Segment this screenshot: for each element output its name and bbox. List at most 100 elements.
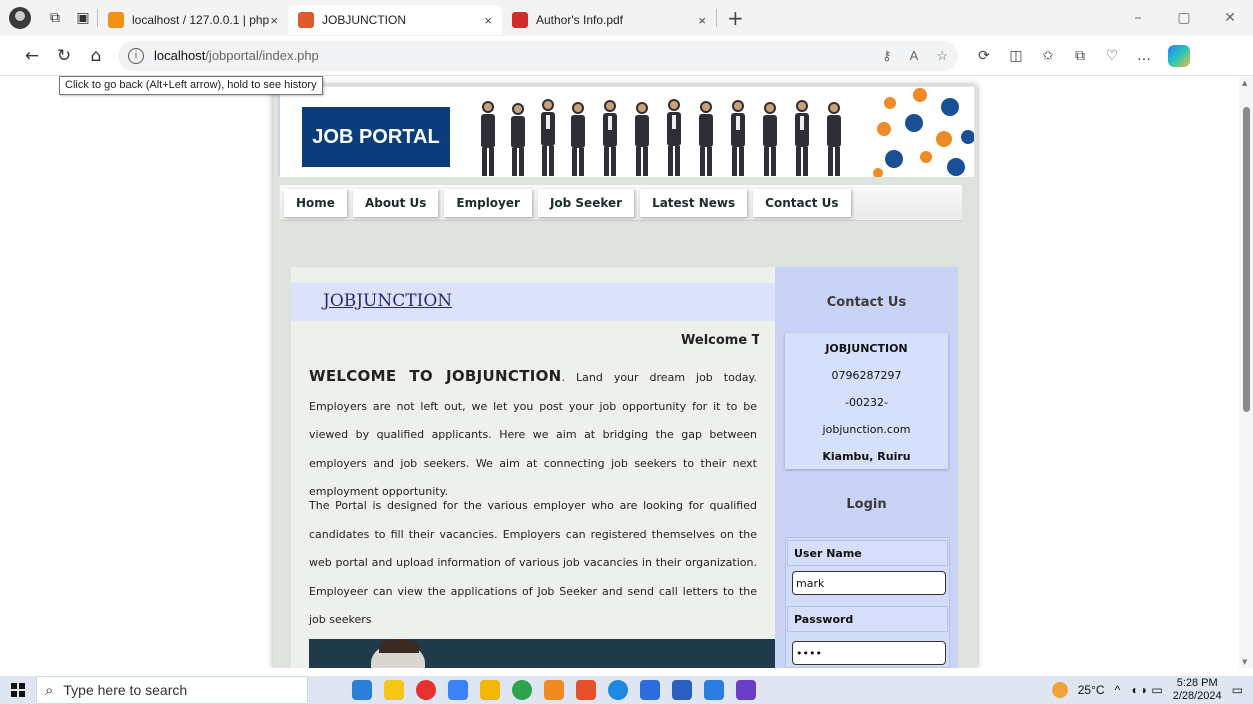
nav-job-seeker[interactable]: Job Seeker (537, 188, 635, 217)
address-bar[interactable]: i localhost /jobportal/index.php ⚷ A ☆ (118, 40, 958, 71)
maximize-button[interactable]: ▢ (1161, 10, 1207, 26)
password-label: Password (787, 606, 948, 632)
nav-home[interactable]: Home (284, 188, 347, 217)
weather-icon[interactable] (1051, 682, 1068, 698)
edge-app-icon[interactable] (608, 680, 628, 700)
home-icon[interactable]: ⌂ (80, 40, 112, 72)
site-info-icon[interactable]: i (128, 47, 144, 64)
read-aloud-icon[interactable]: A (910, 48, 919, 64)
vlc-app-icon[interactable] (544, 680, 564, 700)
split-screen-icon[interactable]: ◫ (1000, 48, 1032, 64)
xampp-favicon-icon (298, 12, 314, 28)
clock[interactable]: 5:28 PM 2/28/2024 (1173, 677, 1222, 703)
network-volume-icons[interactable]: ◖ ◗ ▭ (1130, 683, 1163, 697)
contact-phone: 0796287297 (831, 369, 902, 382)
start-button[interactable] (0, 683, 36, 697)
login-title: Login (846, 497, 887, 512)
word-app-icon[interactable] (672, 680, 692, 700)
tab-phpmyadmin[interactable]: localhost / 127.0.0.1 | phpMyAdm × (98, 5, 288, 35)
unknown-app-icon[interactable] (736, 680, 756, 700)
username-input[interactable] (792, 571, 946, 595)
windows-logo-icon (11, 683, 25, 697)
site-logo[interactable]: JOB PORTAL (302, 107, 450, 167)
nav-employer[interactable]: Employer (444, 188, 532, 217)
xampp-app-icon[interactable] (576, 680, 596, 700)
chrome-app-icon[interactable] (512, 680, 532, 700)
taskbar-search[interactable]: ⌕ Type here to search (36, 676, 308, 704)
opera-app-icon[interactable] (416, 680, 436, 700)
refresh-icon[interactable]: ↻ (48, 40, 80, 72)
site-container: JOB PORTAL Home About Us Employer Job Se… (273, 85, 977, 668)
intro-strong: WELCOME TO JOBJUNCTION (309, 367, 562, 385)
contact-postal: -00232- (845, 396, 888, 409)
browser-toolbar: ← ↻ ⌂ i localhost /jobportal/index.php ⚷… (0, 36, 1253, 76)
main-nav-menu: Home About Us Employer Job Seeker Latest… (280, 185, 962, 221)
right-sidebar: Contact Us JOBJUNCTION 0796287297 -00232… (775, 267, 958, 668)
url-path: /jobportal/index.php (205, 48, 319, 63)
vscode-app-icon[interactable] (704, 680, 724, 700)
decorative-dots-image (873, 88, 974, 177)
tray-overflow-icon[interactable]: ^ (1115, 683, 1121, 697)
businessman-photo (309, 639, 775, 668)
contact-title: Contact Us (826, 295, 907, 310)
tab-close-icon[interactable]: × (270, 13, 278, 28)
intro-text: . Land your dream job today. Employers a… (309, 371, 757, 498)
tab-title: localhost / 127.0.0.1 | phpMyAdm (132, 13, 270, 27)
password-key-icon[interactable]: ⚷ (882, 48, 892, 64)
tab-separator (716, 9, 717, 27)
file-explorer-app-icon[interactable] (480, 680, 500, 700)
pdf-favicon-icon (512, 12, 528, 28)
content-heading-link[interactable]: JOBJUNCTION (323, 291, 452, 311)
copilot-app-icon[interactable] (448, 680, 468, 700)
photo-hair (379, 639, 419, 653)
notification-icon[interactable]: ▭ (1232, 683, 1243, 697)
pen-app-icon[interactable] (640, 680, 660, 700)
back-arrow-icon[interactable]: ← (16, 40, 48, 72)
copilot-icon[interactable] (1168, 44, 1190, 67)
clock-time: 5:28 PM (1176, 677, 1218, 689)
workspaces-icon[interactable]: ⧉ (41, 4, 69, 32)
username-label: User Name (787, 540, 948, 566)
password-input[interactable] (792, 641, 946, 665)
tab-close-icon[interactable]: × (698, 13, 706, 28)
new-tab-button[interactable]: + (727, 6, 744, 30)
scrollbar-thumb[interactable] (1243, 107, 1250, 412)
browser-essentials-icon[interactable]: ♡ (1096, 48, 1128, 64)
nav-contact-us[interactable]: Contact Us (753, 188, 851, 217)
sticky-notes-app-icon[interactable] (384, 680, 404, 700)
contact-company: JOBJUNCTION (825, 342, 908, 355)
main-content: JOBJUNCTION Welcome To WELCOME TO JOBJUN… (291, 267, 775, 668)
minimize-button[interactable]: – (1115, 10, 1161, 26)
back-button-tooltip: Click to go back (Alt+Left arrow), hold … (59, 76, 323, 95)
favorite-star-icon[interactable]: ☆ (936, 48, 948, 64)
login-form: User Name Password (785, 537, 950, 668)
favorites-icon[interactable]: ✩ (1032, 48, 1064, 64)
collections-icon[interactable]: ⧉ (1064, 48, 1096, 64)
mail-app-icon[interactable] (352, 680, 372, 700)
weather-temp[interactable]: 25°C (1078, 683, 1105, 697)
tab-jobjunction[interactable]: JOBJUNCTION × (288, 5, 502, 35)
more-menu-icon[interactable]: … (1128, 48, 1160, 64)
page-scrollbar[interactable]: ▲ ▼ (1239, 77, 1253, 668)
contact-details: JOBJUNCTION 0796287297 -00232- jobjuncti… (785, 333, 948, 469)
tab-close-icon[interactable]: × (484, 13, 492, 28)
content-heading-bar: JOBJUNCTION (291, 283, 775, 321)
phpmyadmin-favicon-icon (108, 12, 124, 28)
extensions-icon[interactable]: ⟳ (968, 48, 1000, 64)
contact-location: Kiambu, Ruiru (822, 450, 911, 463)
tab-title: Author's Info.pdf (536, 13, 624, 27)
nav-latest-news[interactable]: Latest News (640, 188, 748, 217)
header-spacer (273, 225, 977, 265)
system-tray: 25°C ^ ◖ ◗ ▭ 5:28 PM 2/28/2024 ▭ (1051, 677, 1253, 703)
scroll-up-icon[interactable]: ▲ (1242, 79, 1247, 87)
window-controls: – ▢ ✕ (1115, 10, 1253, 26)
close-window-button[interactable]: ✕ (1207, 10, 1253, 26)
scroll-down-icon[interactable]: ▼ (1242, 658, 1247, 666)
windows-taskbar: ⌕ Type here to search 25°C ^ ◖ ◗ ▭ 5:28 … (0, 676, 1253, 704)
nav-about-us[interactable]: About Us (352, 188, 439, 217)
page-viewport: JOB PORTAL Home About Us Employer Job Se… (0, 77, 1253, 668)
url-host: localhost (154, 48, 206, 63)
tab-actions-icon[interactable]: ▣ (69, 4, 97, 32)
tab-authors-info-pdf[interactable]: Author's Info.pdf × (502, 5, 716, 35)
profile-avatar[interactable] (9, 7, 31, 29)
